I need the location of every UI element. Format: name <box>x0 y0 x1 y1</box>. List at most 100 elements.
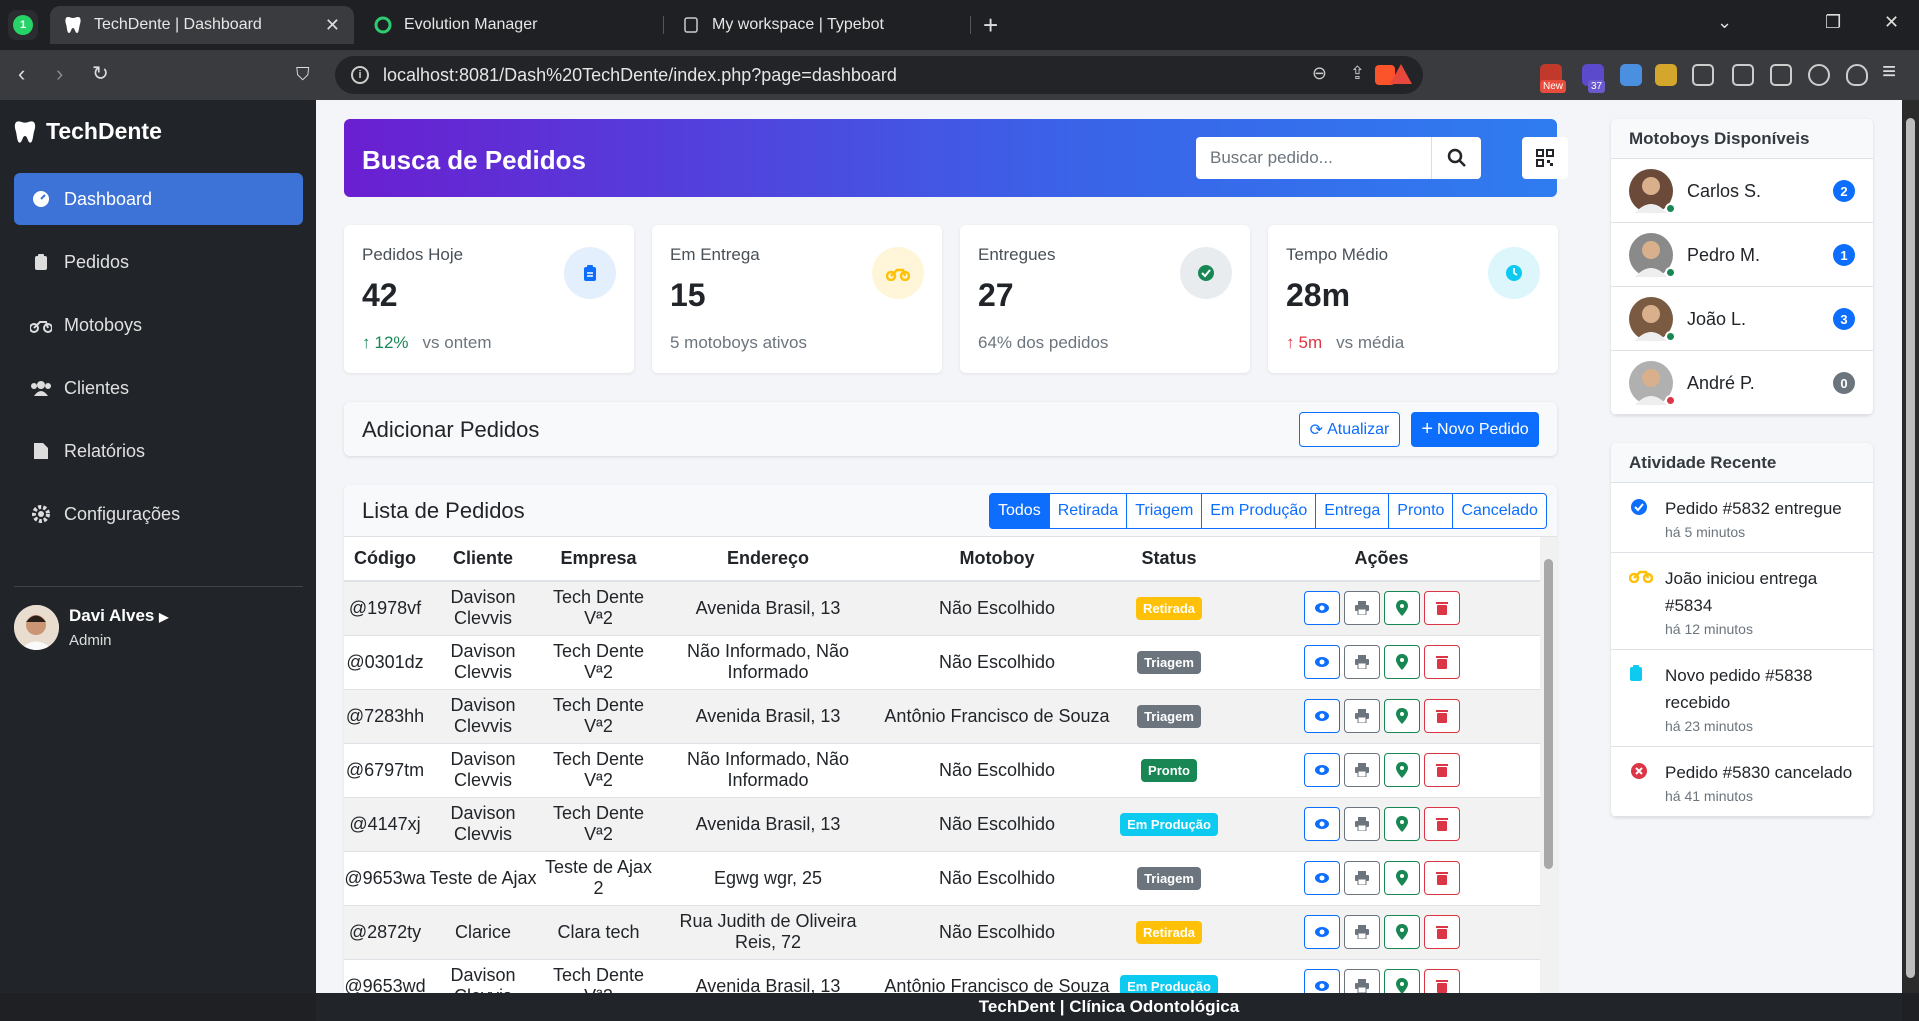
menu-icon[interactable]: ≡ <box>1882 58 1896 86</box>
bookmark-icon[interactable]: ⛉ <box>296 64 310 85</box>
search-input[interactable]: Buscar pedido... <box>1196 137 1431 179</box>
back-icon[interactable]: ‹ <box>18 61 25 87</box>
extension-icon[interactable] <box>1655 64 1677 86</box>
tab-typebot[interactable]: My workspace | Typebot <box>668 6 968 44</box>
sidebar-item-clientes[interactable]: Clientes <box>14 362 303 414</box>
activity-card: Atividade Recente Pedido #5832 entregue h… <box>1611 443 1873 817</box>
extension-icon[interactable] <box>1620 64 1642 86</box>
sidebar-item-dashboard[interactable]: Dashboard <box>14 173 303 225</box>
delete-button[interactable] <box>1423 645 1460 679</box>
motoboy-item[interactable]: Carlos S. 2 <box>1611 159 1873 223</box>
reload-icon[interactable]: ↻ <box>92 61 109 86</box>
delete-button[interactable] <box>1423 969 1460 993</box>
delete-button[interactable] <box>1423 861 1460 895</box>
section-title: Lista de Pedidos <box>362 498 525 523</box>
leo-icon[interactable] <box>1808 64 1830 86</box>
search-button[interactable] <box>1431 137 1481 179</box>
sidebar-item-pedidos[interactable]: Pedidos <box>14 236 303 288</box>
map-button[interactable] <box>1383 645 1420 679</box>
tab-techdente[interactable]: TechDente | Dashboard ✕ <box>50 6 354 44</box>
order-address: Rua Judith de Oliveira Reis, 72 <box>657 905 879 960</box>
print-button[interactable] <box>1343 753 1380 787</box>
tab-list-icon[interactable]: ⌄ <box>1717 12 1732 33</box>
new-tab-button[interactable]: + <box>983 10 998 41</box>
tab-evolution[interactable]: Evolution Manager <box>360 6 660 44</box>
print-button[interactable] <box>1343 969 1380 993</box>
sidebar-item-configuracoes[interactable]: Configurações <box>14 488 303 540</box>
map-button[interactable] <box>1383 699 1420 733</box>
whatsapp-tab[interactable]: 1 <box>8 10 38 40</box>
delete-button[interactable] <box>1423 699 1460 733</box>
brand[interactable]: TechDente <box>14 118 162 145</box>
print-button[interactable] <box>1343 915 1380 949</box>
share-icon[interactable]: ⇪ <box>1350 63 1365 84</box>
sidebar-item-relatorios[interactable]: Relatórios <box>14 425 303 477</box>
table-scrollbar[interactable] <box>1540 537 1557 993</box>
refresh-button[interactable]: ⟳ Atualizar <box>1299 412 1400 447</box>
brave-rewards-icon[interactable] <box>1390 64 1412 84</box>
activity-time: há 5 minutos <box>1665 524 1746 540</box>
delete-button[interactable] <box>1423 591 1460 626</box>
motoboys-card: Motoboys Disponíveis Carlos S. 2 Pedro M. 1… <box>1611 119 1873 415</box>
filter-pronto[interactable]: Pronto <box>1388 493 1454 529</box>
sidebar-icon[interactable] <box>1732 64 1754 86</box>
delete-button[interactable] <box>1423 915 1460 949</box>
view-button[interactable] <box>1303 861 1340 895</box>
view-button[interactable] <box>1303 969 1340 993</box>
view-button[interactable] <box>1303 645 1340 679</box>
motoboy-item[interactable]: André P. 0 <box>1611 351 1873 415</box>
order-company: Teste de Ajax 2 <box>540 851 657 906</box>
activity-item: Novo pedido #5838 recebido há 23 minutos <box>1611 650 1873 747</box>
print-button[interactable] <box>1343 591 1380 626</box>
motoboy-item[interactable]: João L. 3 <box>1611 287 1873 351</box>
print-button[interactable] <box>1343 807 1380 841</box>
order-client: Davison Clevvis <box>426 635 540 690</box>
url-field[interactable]: i localhost:8081/Dash%20TechDente/index.… <box>335 56 1423 94</box>
sidebar-item-motoboys[interactable]: Motoboys <box>14 299 303 351</box>
user-profile[interactable]: Davi Alves ▶ Admin <box>14 605 168 650</box>
qr-scan-button[interactable] <box>1522 137 1568 179</box>
print-button[interactable] <box>1343 699 1380 733</box>
filter-todos[interactable]: Todos <box>989 493 1050 529</box>
map-button[interactable] <box>1383 915 1420 949</box>
delete-button[interactable] <box>1423 753 1460 787</box>
view-button[interactable] <box>1303 915 1340 949</box>
map-button[interactable] <box>1383 807 1420 841</box>
filter-cancelado[interactable]: Cancelado <box>1452 493 1547 529</box>
map-pin-icon <box>1395 816 1408 832</box>
new-order-button[interactable]: + Novo Pedido <box>1411 412 1539 447</box>
map-button[interactable] <box>1383 753 1420 787</box>
filter-retirada[interactable]: Retirada <box>1048 493 1128 529</box>
view-button[interactable] <box>1303 753 1340 787</box>
map-button[interactable] <box>1383 591 1420 626</box>
printer-icon <box>1354 871 1369 885</box>
view-button[interactable] <box>1303 807 1340 841</box>
print-button[interactable] <box>1343 645 1380 679</box>
eye-icon <box>1314 873 1329 883</box>
print-button[interactable] <box>1343 861 1380 895</box>
zoom-icon[interactable]: ⊖ <box>1312 63 1327 84</box>
close-icon[interactable]: ✕ <box>325 15 340 36</box>
motoboy-item[interactable]: Pedro M. 1 <box>1611 223 1873 287</box>
delete-button[interactable] <box>1423 807 1460 841</box>
view-button[interactable] <box>1303 699 1340 733</box>
order-address: Não Informado, Não Informado <box>657 743 879 798</box>
order-code: @7283hh <box>344 689 426 744</box>
info-icon[interactable]: i <box>351 66 369 84</box>
add-orders-card: Adicionar Pedidos ⟳ Atualizar + Novo Pedid… <box>344 402 1557 456</box>
map-button[interactable] <box>1383 969 1420 993</box>
filter-em-producao[interactable]: Em Produção <box>1201 493 1317 529</box>
forward-icon[interactable]: › <box>56 61 63 87</box>
view-button[interactable] <box>1303 591 1340 626</box>
close-window-icon[interactable]: ✕ <box>1884 12 1899 33</box>
status-badge: Triagem <box>1137 866 1201 890</box>
wallet-icon[interactable] <box>1770 64 1792 86</box>
map-button[interactable] <box>1383 861 1420 895</box>
puzzle-icon[interactable] <box>1692 64 1714 86</box>
vpn-icon[interactable] <box>1846 64 1868 86</box>
activity-time: há 23 minutos <box>1665 718 1753 734</box>
restore-icon[interactable]: ❐ <box>1825 12 1841 33</box>
filter-entrega[interactable]: Entrega <box>1315 493 1390 529</box>
page-scrollbar[interactable] <box>1902 100 1919 993</box>
filter-triagem[interactable]: Triagem <box>1126 493 1203 529</box>
